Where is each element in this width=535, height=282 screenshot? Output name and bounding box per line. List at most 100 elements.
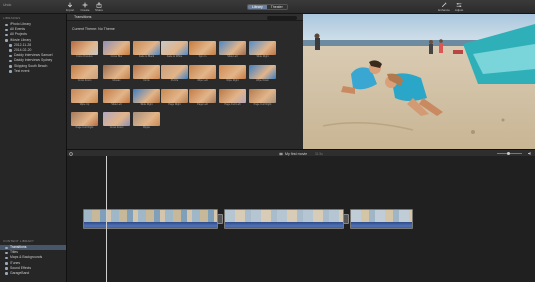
transition-thumbnail[interactable]: Fade to Black [133, 41, 160, 58]
transition-thumbnail[interactable]: Slide Left [219, 41, 246, 58]
transition-thumbnail[interactable]: Puzzle [161, 65, 188, 82]
project-icon [279, 152, 283, 155]
zoom-slider-knob[interactable] [507, 151, 510, 155]
settings-icon[interactable] [69, 151, 73, 156]
clip-waveform [84, 222, 217, 228]
tab-library[interactable]: Library [248, 5, 267, 9]
transition-thumbnail[interactable]: Mosaic [103, 65, 130, 82]
music-icon [5, 262, 8, 265]
transition-marker[interactable] [217, 214, 223, 224]
transition-preview-image [71, 65, 98, 79]
transition-label: Page Left [197, 103, 208, 106]
browser-header: Transitions [67, 14, 303, 21]
timeline[interactable] [67, 156, 535, 282]
transition-marker[interactable] [343, 214, 349, 224]
transition-thumbnail[interactable]: Circle [133, 65, 160, 82]
clip-filmstrip [351, 210, 412, 222]
project-title: My first movie [285, 151, 308, 156]
sidebar-item-label: iTunes [10, 260, 21, 265]
library-icon [5, 39, 8, 42]
create-label: Create [80, 8, 90, 12]
transition-thumbnail[interactable]: Wipe Right [219, 65, 246, 82]
transitions-icon [5, 246, 8, 249]
transition-thumbnail[interactable]: Slide Right [249, 41, 276, 58]
libraries-header: LIBRARIES [3, 16, 21, 20]
sidebar-item-label: Transitions [10, 245, 27, 249]
map-icon [5, 256, 8, 260]
video-clip[interactable] [224, 209, 344, 229]
tab-theater[interactable]: Theater [266, 5, 287, 9]
transition-label: Cross Dissolve [76, 55, 93, 58]
enhance-button[interactable]: Enhance [437, 2, 451, 12]
transition-preview-image [103, 41, 130, 55]
transition-thumbnail[interactable]: Page Curl Right [249, 89, 276, 106]
transition-label: Spin In [198, 55, 207, 58]
sidebar-item-label: iPhoto Library [10, 22, 31, 26]
transition-thumbnail[interactable]: Page Left [189, 89, 216, 106]
transition-preview-image [189, 41, 216, 55]
transition-thumbnail[interactable]: Slide Left [103, 89, 130, 106]
transition-preview-image [103, 112, 130, 126]
transition-thumbnail[interactable]: Wipe Left [189, 65, 216, 82]
viewer-frame-image [303, 14, 535, 149]
sidebar-item-label: All Projects [10, 32, 27, 37]
transition-label: Cross Zoom [77, 79, 92, 82]
transition-label: Page Curl Right [253, 103, 272, 106]
sidebar-item-garageband[interactable]: GarageBand [0, 271, 66, 276]
create-button[interactable]: Create [78, 2, 92, 12]
transition-label: Page Curl Left [224, 103, 241, 106]
import-button[interactable]: Import [63, 2, 77, 12]
sidebar-item-label: 2014-02-20 [14, 47, 32, 52]
sidebar-item-label: Skipping South Beach [14, 63, 48, 68]
transition-thumbnail[interactable]: Page Right [161, 89, 188, 106]
transition-thumbnail[interactable]: Wipe Up [71, 89, 98, 106]
enhance-label: Enhance [438, 8, 450, 12]
video-viewer[interactable] [303, 14, 535, 149]
guitar-icon [5, 272, 8, 275]
transition-preview-image [133, 65, 160, 79]
transition-thumbnail[interactable]: Cross Blur [103, 41, 130, 58]
transition-label: Cross Zoom [109, 126, 124, 129]
transition-thumbnail[interactable]: Cross Zoom [71, 65, 98, 82]
transition-preview-image [161, 65, 188, 79]
transition-preview-image [161, 89, 188, 103]
transition-thumbnail[interactable]: Slide Right [133, 89, 160, 106]
transition-label: Fade to White [166, 55, 183, 58]
search-field[interactable] [267, 15, 297, 20]
toolbar: Undo Import Create Share Library Theater… [0, 0, 535, 14]
sidebar-item-label: GarageBand [10, 270, 30, 275]
transition-thumbnail[interactable]: Wipe Down [249, 65, 276, 82]
library-icon [5, 23, 8, 26]
transition-preview-image [71, 41, 98, 55]
sidebar-item-label: Daddy Interviews Samuel [14, 53, 53, 58]
adjust-button[interactable]: Adjust [452, 2, 466, 12]
transition-thumbnail[interactable]: Cross Zoom [103, 112, 130, 129]
transition-thumbnail[interactable]: Spin In [189, 41, 216, 58]
transition-label: Slide Left [227, 55, 238, 58]
undo-button[interactable]: Undo [3, 3, 11, 7]
transition-label: Slide Right [140, 103, 153, 106]
transition-thumbnail[interactable]: Ripple [133, 112, 160, 129]
sidebar-item-label: Titles [10, 250, 18, 255]
clip-filmstrip [84, 210, 217, 222]
sidebar: LIBRARIES iPhoto Library All Events All … [0, 14, 67, 282]
sidebar-item-label: Maps & Backgrounds [10, 255, 43, 260]
event-icon [9, 54, 12, 58]
share-button[interactable]: Share [92, 2, 106, 12]
transition-label: Circle [143, 79, 150, 82]
event-icon [9, 49, 12, 52]
transition-thumbnail[interactable]: Fade to White [161, 41, 188, 58]
transition-label: Fade to Black [138, 55, 155, 58]
playhead[interactable] [106, 156, 107, 282]
transition-thumbnail[interactable]: Cross Dissolve [71, 41, 98, 58]
transition-thumbnail[interactable]: Page Curl Right [71, 112, 98, 129]
transition-thumbnail[interactable]: Page Curl Left [219, 89, 246, 106]
video-clip[interactable] [350, 209, 413, 229]
transition-preview-image [219, 89, 246, 103]
transition-label: Wipe Up [79, 103, 90, 106]
transition-label: Wipe Right [226, 79, 239, 82]
video-clip[interactable] [83, 209, 218, 229]
transition-preview-image [249, 89, 276, 103]
sidebar-item-event[interactable]: Test event [0, 69, 66, 74]
transition-label: Mosaic [112, 79, 121, 82]
